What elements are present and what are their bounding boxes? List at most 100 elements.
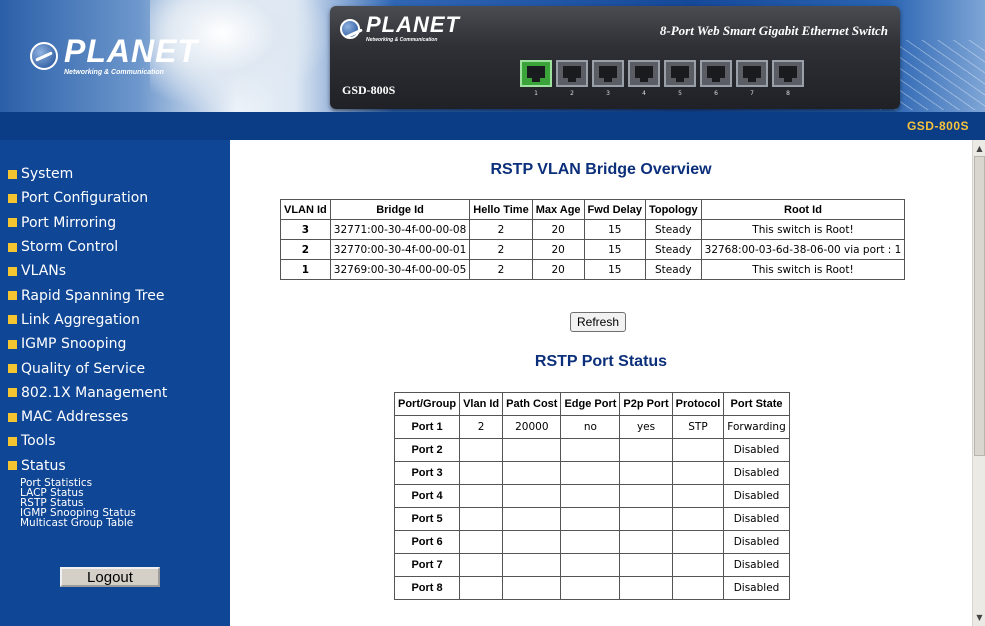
port-panel: 1 2 3 4 5 6 7 8	[520, 60, 808, 97]
bullet-square-icon	[8, 339, 17, 349]
table-cell: 20000	[502, 415, 562, 439]
table-cell: Port 3	[393, 461, 461, 485]
submenu-item-multicast-group-table[interactable]: Multicast Group Table	[20, 518, 136, 529]
scroll-down-arrow-icon[interactable]: ▼	[973, 611, 985, 624]
table-cell: 15	[583, 259, 646, 280]
status-submenu: Port Statistics LACP Status RSTP Status IGM…	[20, 478, 136, 529]
table-cell	[560, 553, 621, 577]
scrollbar-thumb[interactable]	[974, 156, 985, 456]
port-number-label: 2	[570, 90, 574, 97]
sidebar-item-storm-control[interactable]: Storm Control	[8, 235, 167, 259]
sidebar-item-link-aggregation[interactable]: Link Aggregation	[8, 308, 167, 332]
port-number-label: 8	[786, 90, 790, 97]
table-cell: STP	[671, 415, 725, 439]
table-cell: Port 6	[393, 530, 461, 554]
table-cell	[502, 461, 562, 485]
globe-icon	[340, 18, 360, 39]
table-cell	[560, 507, 621, 531]
sidebar-item-mac-addresses[interactable]: MAC Addresses	[8, 405, 167, 429]
port-number-label: 7	[750, 90, 754, 97]
port-2-icon: 2	[556, 60, 588, 97]
table-cell	[560, 484, 621, 508]
column-header: Max Age	[531, 199, 585, 220]
table-cell	[619, 461, 673, 485]
table-row: Port 8 Disabled	[393, 576, 790, 600]
port-status-table: Port/Group Vlan Id Path Cost Edge Port P2p P…	[393, 392, 790, 600]
port-number-label: 1	[534, 90, 538, 97]
table-cell: Steady	[644, 259, 702, 280]
table-cell: Steady	[644, 219, 702, 240]
port-number-label: 3	[606, 90, 610, 97]
table-cell: Disabled	[723, 553, 790, 577]
table-cell: Disabled	[723, 461, 790, 485]
bullet-square-icon	[8, 193, 17, 203]
sidebar-item-tools[interactable]: Tools	[8, 429, 167, 453]
table-cell	[459, 576, 504, 600]
sidebar-item-label: Rapid Spanning Tree	[21, 287, 165, 304]
globe-icon	[30, 41, 58, 70]
sidebar-item-802-1x-management[interactable]: 802.1X Management	[8, 381, 167, 405]
logo-tagline: Networking & Communication	[64, 69, 164, 76]
table-cell	[502, 507, 562, 531]
sidebar-item-label: Port Mirroring	[21, 214, 117, 231]
table-cell: Disabled	[723, 438, 790, 462]
table-cell: Port 8	[393, 576, 461, 600]
port-3-icon: 3	[592, 60, 624, 97]
table-cell	[459, 507, 504, 531]
logout-button[interactable]: Logout	[60, 567, 160, 587]
sidebar: System Port Configuration Port Mirroring St…	[0, 140, 230, 626]
table-cell	[502, 484, 562, 508]
table-cell: 32768:00-03-6d-38-06-00 via port : 1	[700, 239, 906, 260]
table-cell	[671, 484, 725, 508]
sidebar-item-rapid-spanning-tree[interactable]: Rapid Spanning Tree	[8, 283, 167, 307]
port-7-icon: 7	[736, 60, 768, 97]
table-cell: 2	[459, 415, 504, 439]
sidebar-item-label: Tools	[21, 433, 56, 450]
sidebar-item-label: Port Configuration	[21, 190, 149, 207]
table-cell	[671, 553, 725, 577]
column-header: P2p Port	[619, 392, 673, 416]
table-row: Port 1 2 20000 no yes STP Forwarding	[393, 415, 790, 439]
table-cell	[619, 553, 673, 577]
table-cell: Disabled	[723, 484, 790, 508]
main-content: RSTP VLAN Bridge Overview VLAN Id Bridge …	[230, 140, 972, 626]
column-header: Vlan Id	[459, 392, 504, 416]
sidebar-item-quality-of-service[interactable]: Quality of Service	[8, 356, 167, 380]
table-cell	[619, 484, 673, 508]
scroll-up-arrow-icon[interactable]: ▲	[973, 142, 985, 155]
sidebar-item-label: 802.1X Management	[21, 384, 168, 401]
bridge-overview-title: RSTP VLAN Bridge Overview	[490, 161, 712, 178]
table-cell	[671, 461, 725, 485]
sidebar-item-status[interactable]: Status	[8, 454, 167, 478]
table-cell: Port 5	[393, 507, 461, 531]
vertical-scrollbar[interactable]: ▲ ▼	[972, 140, 985, 626]
table-cell: Forwarding	[723, 415, 790, 439]
sidebar-item-system[interactable]: System	[8, 162, 167, 186]
device-logo-tagline: Networking & Communication	[366, 37, 438, 43]
bullet-square-icon	[8, 412, 17, 422]
bullet-square-icon	[8, 169, 17, 179]
table-cell	[502, 438, 562, 462]
logo-brand-text: PLANET	[64, 33, 198, 69]
table-row: Port 5 Disabled	[393, 507, 790, 531]
port-1-icon: 1	[520, 60, 552, 97]
model-label: GSD-800S	[906, 119, 969, 133]
table-cell: yes	[619, 415, 673, 439]
table-cell: 20	[531, 239, 585, 260]
sidebar-item-label: MAC Addresses	[21, 409, 129, 426]
refresh-button[interactable]: Refresh	[570, 312, 627, 332]
column-header: VLAN Id	[280, 199, 331, 220]
sidebar-item-label: Storm Control	[21, 239, 119, 256]
port-6-icon: 6	[700, 60, 732, 97]
sidebar-item-vlans[interactable]: VLANs	[8, 259, 167, 283]
port-8-icon: 8	[772, 60, 804, 97]
sidebar-item-port-mirroring[interactable]: Port Mirroring	[8, 211, 167, 235]
bullet-square-icon	[8, 364, 17, 374]
sidebar-item-igmp-snooping[interactable]: IGMP Snooping	[8, 332, 167, 356]
sidebar-item-port-configuration[interactable]: Port Configuration	[8, 186, 167, 210]
table-cell	[560, 438, 621, 462]
table-cell	[560, 576, 621, 600]
table-cell: Disabled	[723, 507, 790, 531]
bullet-square-icon	[8, 266, 17, 276]
sidebar-item-label: IGMP Snooping	[21, 336, 127, 353]
